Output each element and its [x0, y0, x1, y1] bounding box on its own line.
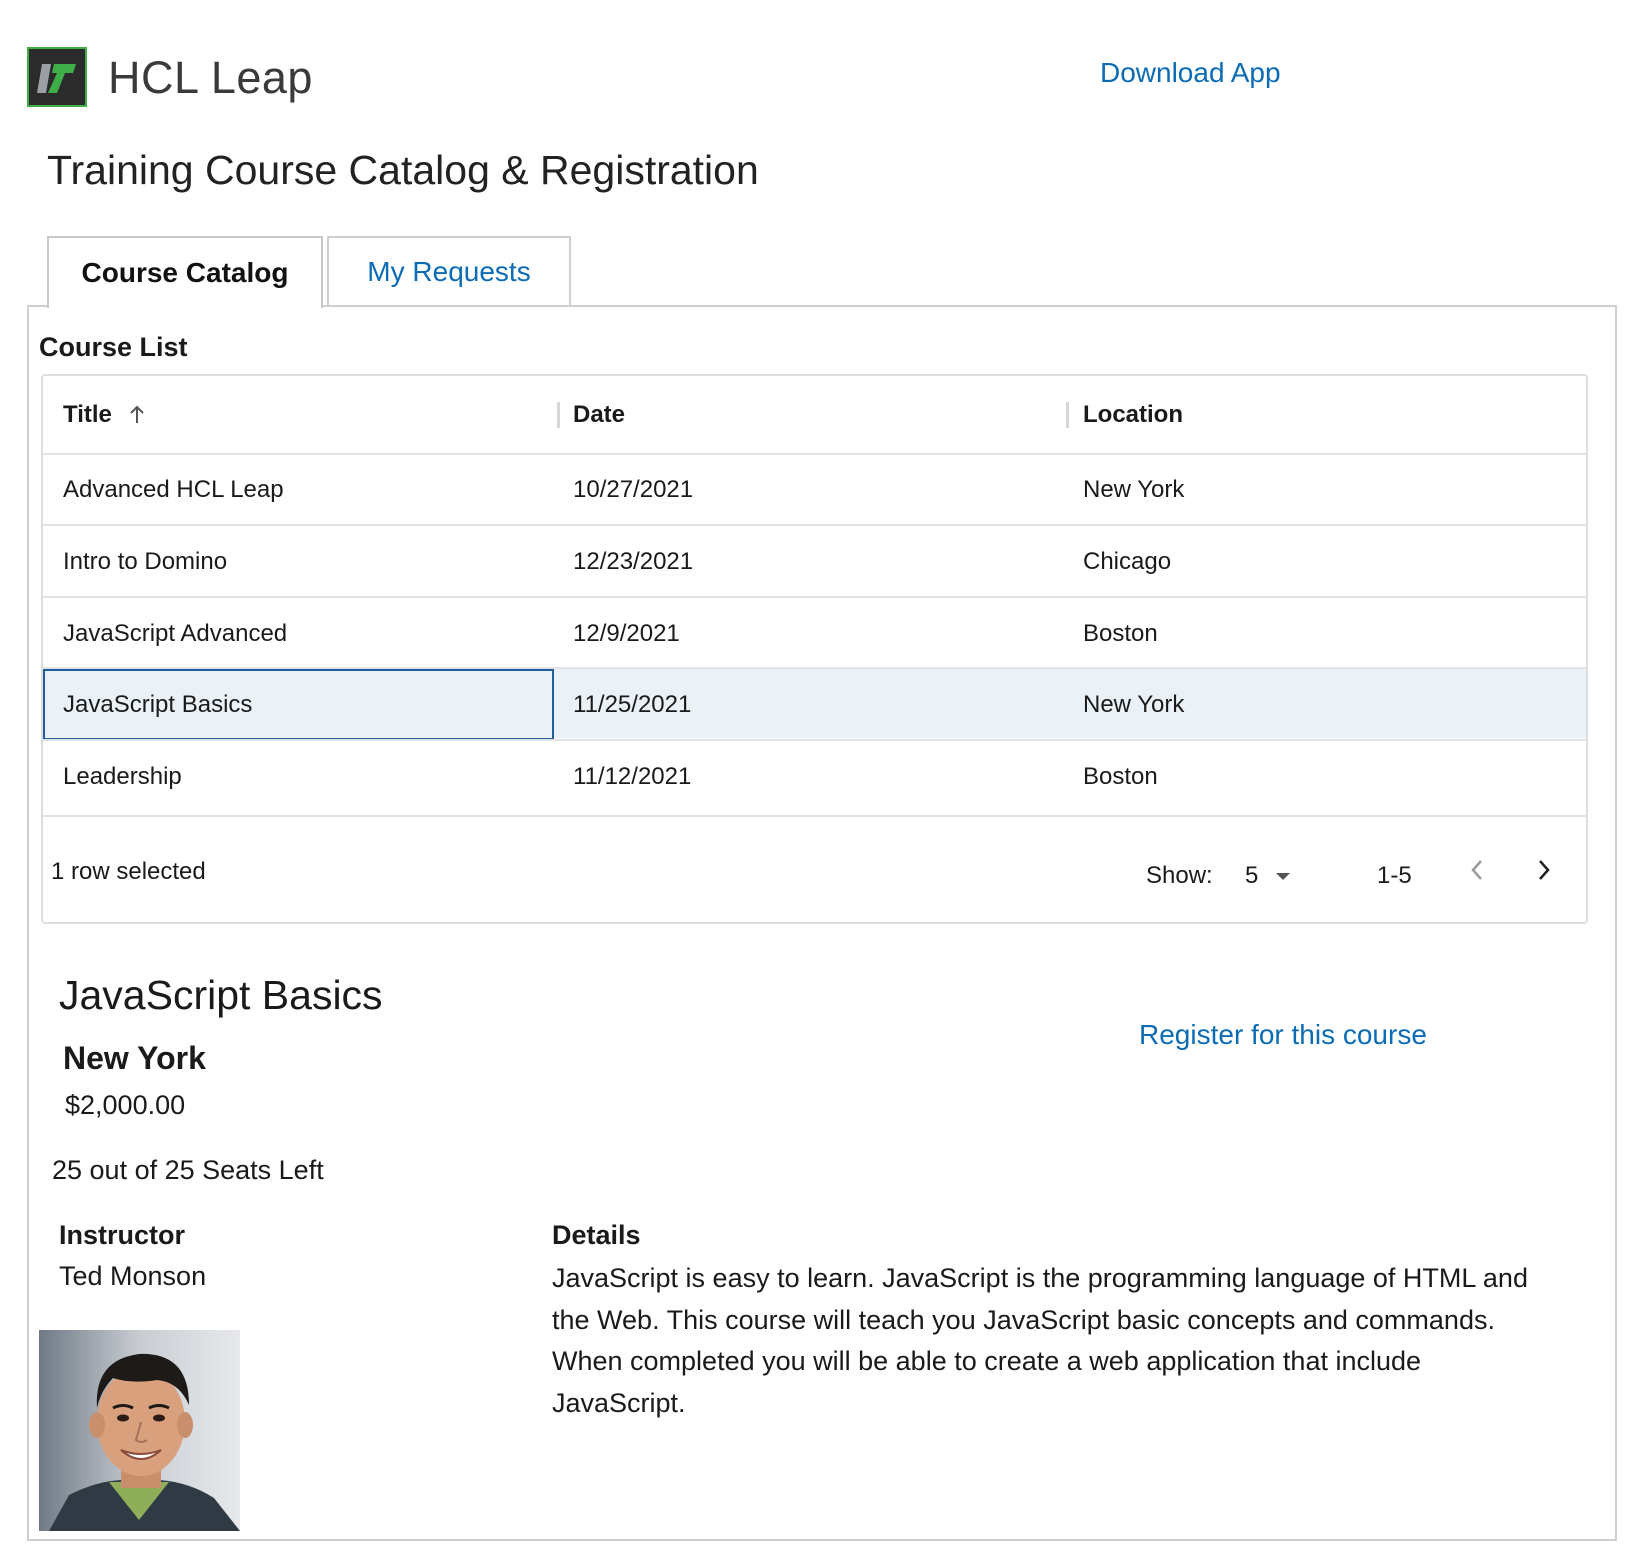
cell-date: 11/25/2021 — [573, 691, 692, 718]
column-resize-handle[interactable] — [557, 402, 560, 428]
table-row-selected[interactable]: JavaScript Basics 11/25/2021 New York — [43, 667, 1586, 740]
cell-title: Intro to Domino — [63, 548, 228, 575]
instructor-name: Ted Monson — [59, 1261, 207, 1291]
cell-title: JavaScript Advanced — [63, 620, 288, 647]
cell-location: New York — [1083, 691, 1185, 718]
rows-per-page-select[interactable]: 5 — [1245, 859, 1305, 893]
column-header-title[interactable]: Title — [63, 376, 146, 454]
cell-location: Boston — [1083, 620, 1158, 647]
column-header-date-label: Date — [573, 401, 626, 428]
chevron-left-icon — [1471, 860, 1482, 880]
column-header-date[interactable]: Date — [573, 376, 625, 454]
cell-date: 12/9/2021 — [573, 620, 680, 647]
cell-title: Advanced HCL Leap — [63, 476, 284, 503]
table-row[interactable]: Intro to Domino 12/23/2021 Chicago — [43, 524, 1586, 595]
brand-name: HCL Leap — [108, 52, 313, 103]
table-row[interactable]: JavaScript Advanced 12/9/2021 Boston — [43, 596, 1586, 667]
table-row[interactable]: Advanced HCL Leap 10/27/2021 New York — [43, 453, 1586, 524]
cell-title: Leadership — [63, 763, 182, 790]
seats-left: 25 out of 25 Seats Left — [52, 1155, 324, 1185]
cell-location: New York — [1083, 476, 1185, 503]
cell-location: Chicago — [1083, 548, 1172, 575]
course-description: JavaScript is easy to learn. JavaScript … — [552, 1263, 1528, 1418]
column-header-location-label: Location — [1083, 401, 1183, 428]
download-app-link[interactable]: Download App — [1100, 56, 1281, 90]
cell-date: 10/27/2021 — [573, 476, 694, 503]
chevron-right-icon — [1539, 860, 1550, 880]
tab-course-catalog[interactable]: Course Catalog — [47, 236, 323, 308]
page-title: Training Course Catalog & Registration — [47, 147, 759, 193]
details-label: Details — [552, 1220, 641, 1250]
course-detail-title: JavaScript Basics — [59, 972, 383, 1018]
tab-my-requests[interactable]: My Requests — [327, 236, 571, 305]
column-header-location[interactable]: Location — [1083, 376, 1183, 454]
column-header-title-label: Title — [63, 401, 112, 428]
table-footer-divider — [43, 815, 1586, 817]
hcl-leap-logo — [27, 47, 87, 107]
register-course-link[interactable]: Register for this course — [1139, 1018, 1427, 1052]
cell-date: 11/12/2021 — [573, 763, 692, 790]
course-detail-price: $2,000.00 — [65, 1090, 186, 1120]
rows-per-page-value: 5 — [1245, 862, 1259, 889]
previous-page-button[interactable] — [1462, 853, 1492, 887]
column-resize-handle[interactable] — [1066, 402, 1069, 428]
instructor-photo — [39, 1330, 240, 1531]
pagination-range: 1-5 — [1377, 862, 1412, 889]
next-page-button[interactable] — [1529, 853, 1559, 887]
cell-location: Boston — [1083, 763, 1158, 790]
rows-per-page-label: Show: — [1146, 862, 1213, 889]
course-detail-location: New York — [63, 1040, 206, 1076]
sort-ascending-icon — [128, 405, 146, 425]
cell-date: 12/23/2021 — [573, 548, 694, 575]
instructor-label: Instructor — [59, 1220, 186, 1250]
dropdown-caret-icon — [1276, 872, 1291, 880]
table-row[interactable]: Leadership 11/12/2021 Boston — [43, 739, 1586, 810]
selected-count: 1 row selected — [51, 858, 206, 885]
cell-title: JavaScript Basics — [63, 691, 253, 718]
course-list-label: Course List — [39, 332, 188, 362]
